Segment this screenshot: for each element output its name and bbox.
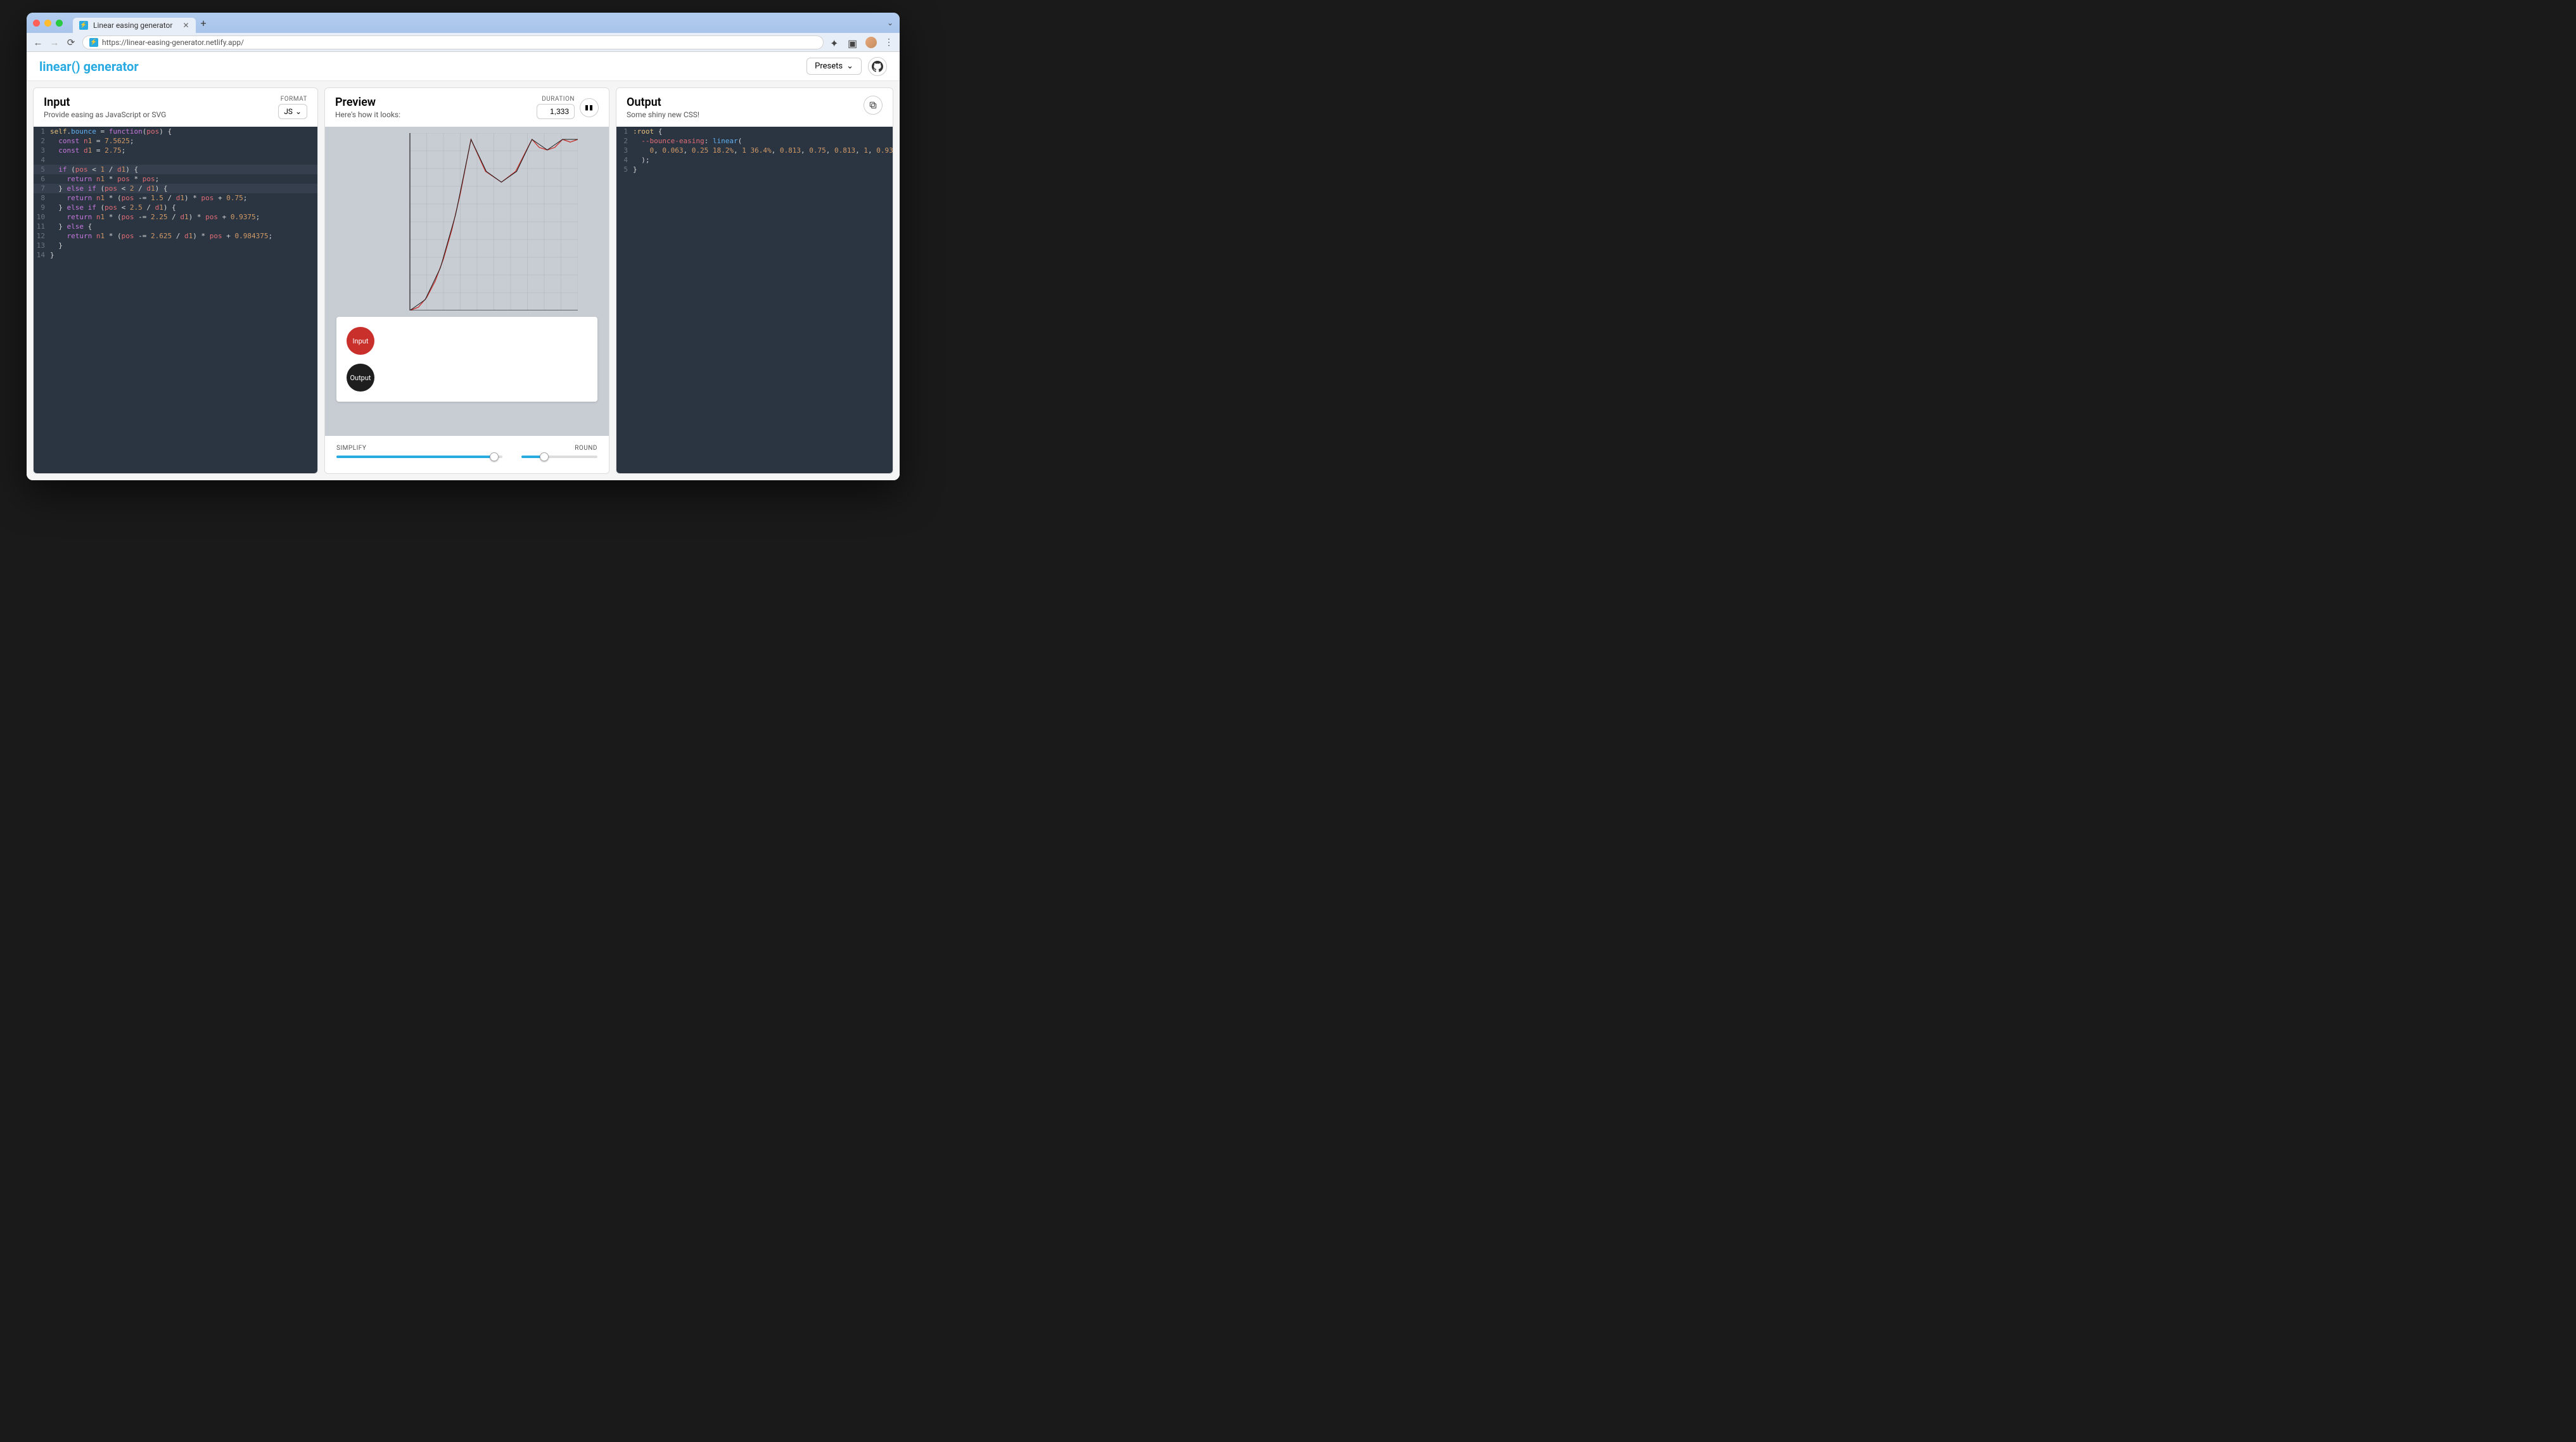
chevron-down-icon: ⌄ <box>295 107 302 116</box>
url-field[interactable]: ⚡ https://linear-easing-generator.netlif… <box>82 35 824 49</box>
input-panel-header: Input Provide easing as JavaScript or SV… <box>34 88 317 127</box>
back-button[interactable]: ← <box>33 37 43 48</box>
input-ball: Input <box>347 327 374 355</box>
menu-icon[interactable]: ⋮ <box>884 37 893 48</box>
window-close[interactable] <box>33 20 40 27</box>
input-code-editor[interactable]: 1self.bounce = function(pos) {2 const n1… <box>34 127 317 473</box>
duration-label: DURATION <box>542 96 575 103</box>
input-title: Input <box>44 96 166 109</box>
preview-sliders: SIMPLIFY ROUND <box>325 436 609 473</box>
format-label: FORMAT <box>281 96 307 103</box>
chevron-down-icon: ⌄ <box>846 61 853 71</box>
preview-body: Input Output <box>325 127 609 436</box>
traffic-lights <box>33 20 63 27</box>
extensions-icon[interactable]: ✦ <box>830 37 840 48</box>
format-select[interactable]: JS ⌄ <box>278 104 307 119</box>
window-maximize[interactable] <box>56 20 63 27</box>
output-panel-header: Output Some shiny new CSS! <box>616 88 893 127</box>
address-bar: ← → ⟳ ⚡ https://linear-easing-generator.… <box>27 33 900 52</box>
preview-subtitle: Here's how it looks: <box>335 110 400 119</box>
simplify-label: SIMPLIFY <box>336 445 502 452</box>
output-ball-label: Output <box>350 374 371 382</box>
simplify-slider-group: SIMPLIFY <box>336 445 502 458</box>
new-tab-button[interactable]: + <box>201 17 207 29</box>
app-title: linear() generator <box>39 59 139 74</box>
window-minimize[interactable] <box>44 20 51 27</box>
presets-button[interactable]: Presets ⌄ <box>807 58 862 75</box>
pause-button[interactable]: ▮▮ <box>580 98 599 117</box>
animation-card: Input Output <box>336 317 597 402</box>
preview-panel-header: Preview Here's how it looks: DURATION ▮▮ <box>325 88 609 127</box>
simplify-slider[interactable] <box>336 456 502 458</box>
preview-title: Preview <box>335 96 400 109</box>
site-info-icon[interactable]: ⚡ <box>89 38 98 47</box>
url-text: https://linear-easing-generator.netlify.… <box>102 38 244 47</box>
input-ball-label: Input <box>353 337 369 345</box>
tab-overflow-icon[interactable]: ⌄ <box>887 18 893 27</box>
github-icon <box>872 61 883 72</box>
app-header: linear() generator Presets ⌄ <box>27 52 900 81</box>
duration-input[interactable] <box>537 104 575 119</box>
panel-icon[interactable]: ▣ <box>848 37 858 48</box>
tab-title: Linear easing generator <box>93 21 172 30</box>
easing-graph <box>356 133 578 310</box>
output-ball: Output <box>347 364 374 392</box>
output-panel: Output Some shiny new CSS! 1:root {2 --b… <box>616 87 893 474</box>
output-code-editor[interactable]: 1:root {2 --bounce-easing: linear(3 0, 0… <box>616 127 893 473</box>
browser-tab[interactable]: ⚡ Linear easing generator ✕ <box>73 18 196 33</box>
preview-panel: Preview Here's how it looks: DURATION ▮▮ <box>324 87 609 474</box>
pause-icon: ▮▮ <box>585 103 594 112</box>
copy-button[interactable] <box>864 96 883 115</box>
input-panel: Input Provide easing as JavaScript or SV… <box>33 87 318 474</box>
forward-button[interactable]: → <box>49 37 60 48</box>
round-slider-group: ROUND <box>521 445 597 458</box>
tab-strip: ⚡ Linear easing generator ✕ + ⌄ <box>27 13 900 33</box>
panels: Input Provide easing as JavaScript or SV… <box>27 81 900 480</box>
input-subtitle: Provide easing as JavaScript or SVG <box>44 110 166 119</box>
presets-label: Presets <box>815 61 843 71</box>
format-value: JS <box>284 107 293 116</box>
reload-button[interactable]: ⟳ <box>66 37 76 48</box>
round-slider[interactable] <box>521 456 597 458</box>
output-title: Output <box>627 96 699 109</box>
favicon-icon: ⚡ <box>79 21 88 30</box>
app-root: linear() generator Presets ⌄ Input Provi… <box>27 52 900 480</box>
extension-icons: ✦ ▣ ⋮ <box>830 37 893 48</box>
browser-window: ⚡ Linear easing generator ✕ + ⌄ ← → ⟳ ⚡ … <box>27 13 900 480</box>
github-button[interactable] <box>868 57 887 76</box>
copy-icon <box>869 101 877 110</box>
output-subtitle: Some shiny new CSS! <box>627 110 699 119</box>
close-icon[interactable]: ✕ <box>182 21 189 30</box>
profile-avatar[interactable] <box>865 37 877 48</box>
round-label: ROUND <box>521 445 597 452</box>
